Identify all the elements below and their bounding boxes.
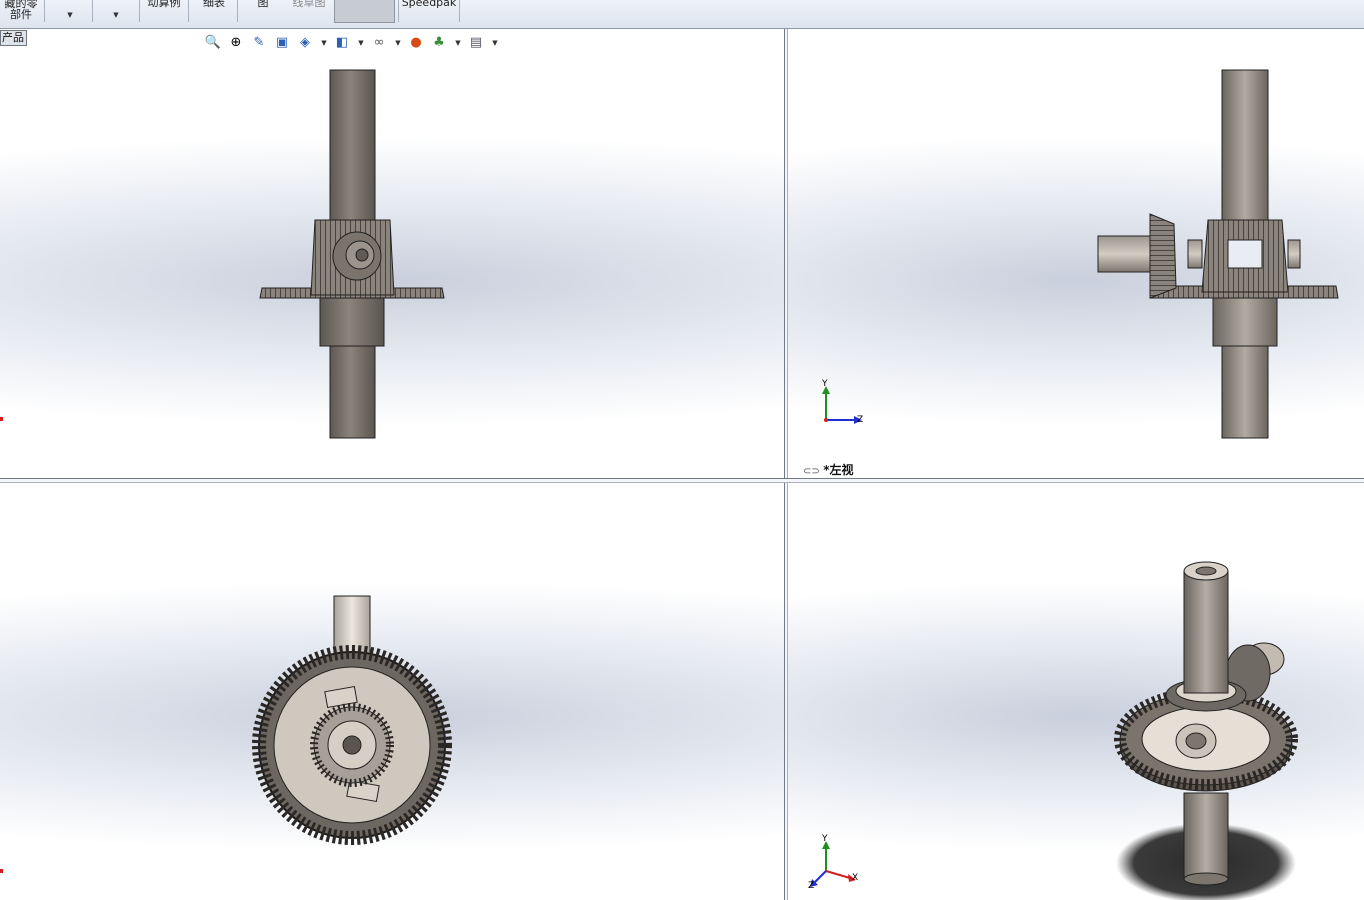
triad-x-label: X [852,873,859,883]
chevron-down-icon[interactable]: ▼ [491,34,499,52]
apply-scene-icon[interactable]: ♣ [430,34,448,52]
ribbon-separator [139,0,140,22]
link-view-icon[interactable]: ⊂⊃ [803,466,820,477]
viewport-isometric[interactable]: Y Z X [788,483,1364,900]
ribbon-show-hidden-components-button[interactable]: 藏的零 部件 [2,0,40,20]
section-view-icon[interactable]: ▣ [273,34,291,52]
triad-z-label: Z [857,415,864,425]
ribbon-active-tab[interactable] [334,0,395,23]
triad-z-label: Z [808,881,815,891]
chevron-down-icon[interactable]: ▼ [357,34,365,52]
display-style-icon[interactable]: ◧ [333,34,351,52]
viewport-horizontal-splitter[interactable] [0,478,1364,483]
ribbon-sketch-button[interactable]: 线草图 [286,0,332,19]
hide-show-items-icon[interactable]: ∞ [370,34,388,52]
chevron-down-icon: ▼ [67,11,73,19]
ribbon-separator [398,0,399,22]
left-view-model [822,69,1339,439]
ribbon-motion-study-button[interactable]: 动算例 [142,0,186,19]
view-settings-icon[interactable]: ▤ [467,34,485,52]
triad-y-label: Y [822,834,828,844]
front-view-model [259,69,445,439]
ribbon-separator [459,0,460,22]
viewport-left-view[interactable]: Y Z [788,30,1364,478]
triad-x-marker [0,869,3,873]
heads-up-view-toolbar: 🔍 ⊕ ✎ ▣ ◈ ▼ ◧ ▼ ∞ ▼ ● ♣ ▼ ▤ ▼ [204,34,504,52]
ribbon-dropdown-button-2[interactable]: ▼ [96,0,136,22]
viewport-top-view[interactable] [0,483,784,900]
chevron-down-icon: ▼ [113,11,119,19]
view-name-text: *左视 [823,463,854,477]
previous-view-icon[interactable]: ✎ [250,34,268,52]
ribbon-bill-of-materials-button[interactable]: 细表 [193,0,235,19]
triad-x-marker [0,417,3,421]
ribbon-separator [188,0,189,22]
zoom-to-area-icon[interactable]: ⊕ [227,34,245,52]
chevron-down-icon[interactable]: ▼ [454,34,462,52]
ribbon-speedpak-button[interactable]: Speedpak [400,0,458,19]
zoom-to-fit-icon[interactable]: 🔍 [204,34,222,52]
feature-tree-tab[interactable]: 产品 [0,30,27,46]
chevron-down-icon[interactable]: ▼ [320,34,328,52]
edit-appearance-icon[interactable]: ● [407,34,425,52]
view-name-label: ⊂⊃ *左视 [803,461,853,477]
viewport-vertical-splitter[interactable] [784,29,788,900]
ribbon-separator [44,0,45,22]
ribbon-separator [237,0,238,22]
ribbon-separator [92,0,93,22]
command-manager-ribbon: 藏的零 部件 ▼ ▼ 动算例 细表 图 线草图 Speedpak [0,0,1364,29]
top-view-model [252,595,452,845]
ribbon-dropdown-button-1[interactable]: ▼ [50,0,90,22]
ribbon-view-button[interactable]: 图 [245,0,281,19]
chevron-down-icon[interactable]: ▼ [394,34,402,52]
viewport-front[interactable] [0,30,784,478]
isometric-view-model [810,561,1298,900]
triad-y-label: Y [822,379,828,389]
view-orientation-icon[interactable]: ◈ [296,34,314,52]
